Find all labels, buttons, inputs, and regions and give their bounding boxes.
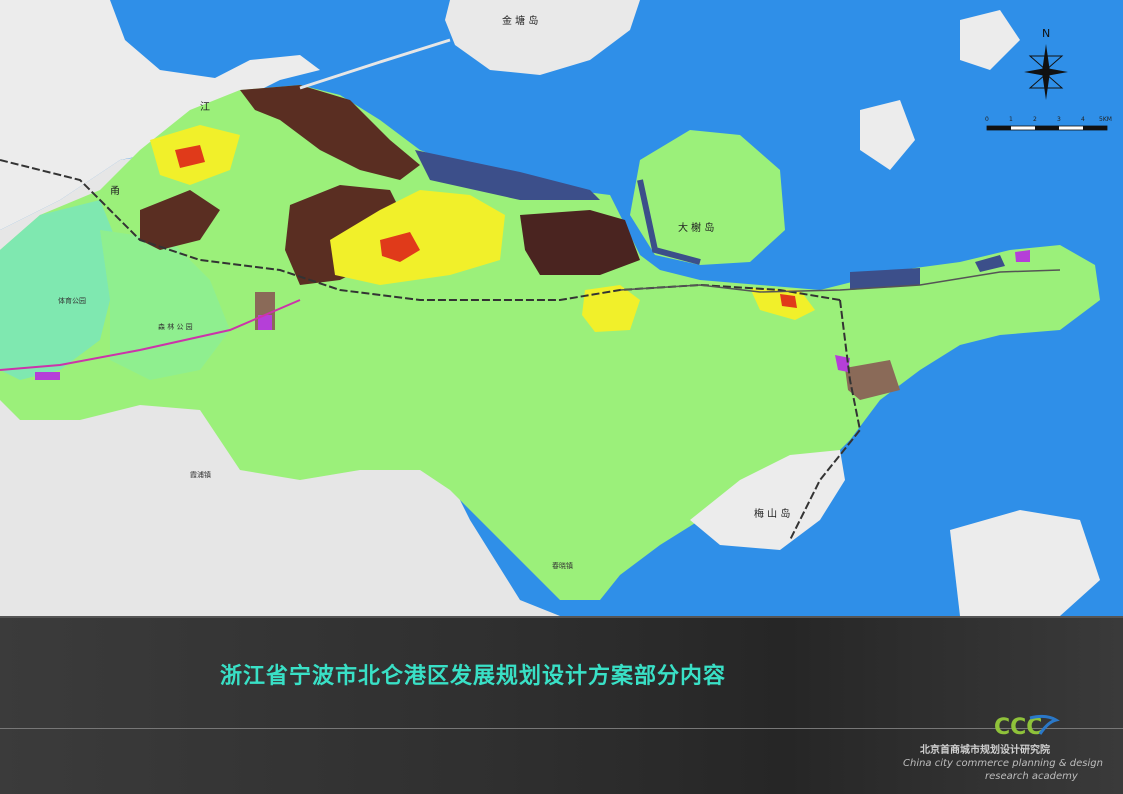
label-meishan-island: 梅 山 岛	[754, 509, 791, 520]
stage: 金 塘 岛 梅 山 岛 大 榭 岛 体育公园 森 林 公 园 甬 江 霞浦镇 春…	[0, 0, 1123, 794]
organization-name-en-line2: research academy	[985, 771, 1078, 782]
label-yong: 甬	[110, 186, 120, 197]
label-dashe-island: 大 榭 岛	[678, 223, 715, 234]
label-xiapu: 霞浦镇	[190, 471, 211, 479]
banner-divider	[0, 728, 1123, 729]
industrial-zone-east	[520, 210, 640, 275]
scale-tick-5: 5KM	[1099, 116, 1112, 123]
label-jintang-island: 金 塘 岛	[502, 16, 539, 27]
label-sports-park: 体育公园	[58, 297, 86, 305]
label-forest-park: 森 林 公 园	[158, 323, 193, 331]
banner-top-border	[0, 616, 1123, 618]
scale-tick-1: 1	[1009, 116, 1013, 123]
commercial-core-east	[780, 294, 797, 308]
scale-tick-3: 3	[1057, 116, 1061, 123]
utility-site-4	[1015, 250, 1030, 262]
logo-letters: CCC	[994, 715, 1042, 740]
scale-bar: 0 1 2 3 4 5KM	[985, 114, 1115, 140]
scale-tick-0: 0	[985, 116, 989, 123]
islet-southeast	[950, 510, 1100, 616]
utility-site-2	[35, 372, 60, 380]
land-use-map[interactable]	[0, 0, 1123, 616]
page-title: 浙江省宁波市北仑港区发展规划设计方案部分内容	[220, 664, 727, 689]
organization-name-en-line1: China city commerce planning & design	[903, 758, 1103, 769]
scale-tick-2: 2	[1033, 116, 1037, 123]
academy-logo-icon: CCC	[994, 714, 1060, 740]
north-label: N	[1042, 27, 1050, 40]
label-jiang: 江	[200, 102, 210, 113]
organization-name-cn: 北京首商城市规划设计研究院	[920, 745, 1050, 756]
label-chunxiao: 春晓镇	[552, 562, 573, 570]
scale-tick-4: 4	[1081, 116, 1085, 123]
north-arrow-icon: N	[1024, 27, 1068, 100]
